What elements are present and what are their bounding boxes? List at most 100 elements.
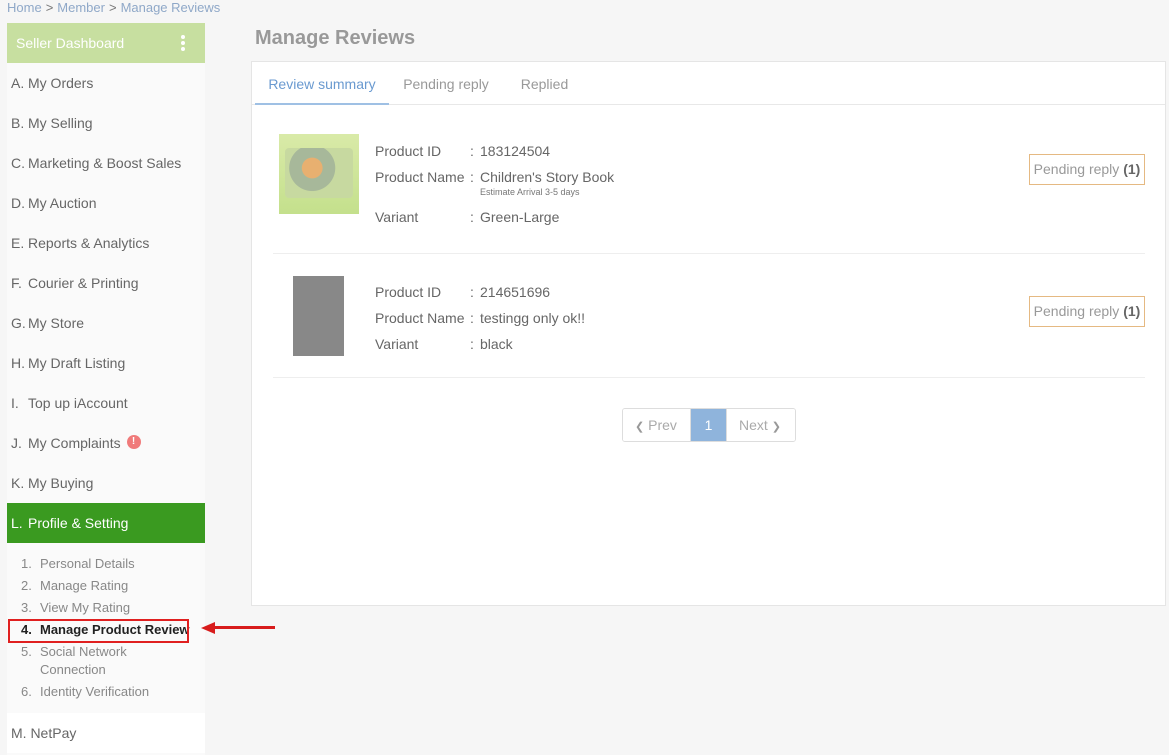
- product-name-label: Product Name: [375, 169, 465, 185]
- sidebar-item-label: My Auction: [28, 195, 97, 211]
- submenu-number: 5.: [21, 644, 32, 659]
- tab-replied[interactable]: Replied: [507, 62, 582, 105]
- sidebar-item-my-selling[interactable]: B. My Selling: [7, 103, 205, 143]
- sidebar-item-letter: L.: [11, 515, 23, 531]
- sidebar-item-marketing[interactable]: C. Marketing & Boost Sales: [7, 143, 205, 183]
- sidebar-item-label: My Buying: [28, 475, 94, 491]
- sidebar-item-label: My Store: [28, 315, 85, 331]
- sidebar-item-reports[interactable]: E. Reports & Analytics: [7, 223, 205, 263]
- tab-bar: Review summary Pending reply Replied: [252, 62, 1165, 105]
- product-name-label: Product Name: [375, 310, 465, 326]
- submenu-label: View My Rating: [40, 600, 131, 615]
- submenu-label: Social Network Connection: [40, 644, 127, 677]
- product-id-value: 214651696: [480, 284, 551, 300]
- sidebar-item-label: My Complaints: [28, 435, 121, 451]
- variant-value: Green-Large: [480, 209, 560, 225]
- next-label: Next: [739, 417, 768, 433]
- page-title: Manage Reviews: [255, 27, 416, 49]
- colon: :: [470, 284, 474, 300]
- submenu-social-network[interactable]: 5. Social Network Connection: [7, 641, 205, 681]
- sidebar-item-my-buying[interactable]: K. My Buying: [7, 463, 205, 503]
- submenu-number: 1.: [21, 556, 32, 571]
- breadcrumb-home[interactable]: Home: [7, 0, 42, 15]
- sidebar-item-profile-setting[interactable]: L. Profile & Setting: [7, 503, 205, 543]
- tab-review-summary[interactable]: Review summary: [255, 62, 389, 105]
- variant-label: Variant: [375, 336, 419, 352]
- chevron-right-icon: ❯: [771, 421, 781, 433]
- product-image[interactable]: [279, 134, 359, 214]
- sidebar-item-my-auction[interactable]: D. My Auction: [7, 183, 205, 223]
- product-image[interactable]: [293, 276, 344, 356]
- submenu-identity-verification[interactable]: 6. Identity Verification: [7, 681, 205, 703]
- sidebar-item-courier[interactable]: F. Courier & Printing: [7, 263, 205, 303]
- more-vertical-icon[interactable]: [181, 35, 185, 51]
- sidebar: Seller Dashboard A. My Orders B. My Sellin…: [7, 23, 205, 755]
- sidebar-item-letter: D.: [11, 195, 25, 211]
- variant-value: black: [480, 336, 513, 352]
- page-1-button[interactable]: 1: [691, 409, 726, 441]
- sidebar-item-label: Marketing & Boost Sales: [28, 155, 182, 171]
- colon: :: [470, 169, 474, 185]
- submenu-label: Manage Rating: [40, 578, 129, 593]
- submenu-number: 3.: [21, 600, 32, 615]
- sidebar-item-letter: C.: [11, 155, 25, 171]
- submenu-manage-product-review[interactable]: 4. Manage Product Review: [7, 619, 205, 643]
- arrow-left-icon: [201, 622, 277, 634]
- submenu-manage-rating[interactable]: 2. Manage Rating: [7, 575, 205, 597]
- sidebar-item-letter: K.: [11, 475, 25, 491]
- product-id-label: Product ID: [375, 143, 442, 159]
- breadcrumb-separator: >: [108, 0, 117, 15]
- submenu-view-my-rating[interactable]: 3. View My Rating: [7, 597, 205, 619]
- pagination: ❮ Prev 1 Next ❯: [622, 408, 796, 442]
- sidebar-item-letter: B.: [11, 115, 25, 131]
- sidebar-item-draft-listing[interactable]: H. My Draft Listing: [7, 343, 205, 383]
- sidebar-item-letter: J.: [11, 435, 22, 451]
- chevron-left-icon: ❮: [635, 421, 645, 433]
- colon: :: [470, 336, 474, 352]
- alert-icon: !: [126, 435, 141, 450]
- submenu-label: Personal Details: [40, 556, 135, 571]
- breadcrumb-member[interactable]: Member: [57, 0, 105, 15]
- pending-reply-button[interactable]: Pending reply (1): [1029, 154, 1145, 185]
- breadcrumb-current[interactable]: Manage Reviews: [121, 0, 221, 15]
- sidebar-item-top-up[interactable]: I. Top up iAccount: [7, 383, 205, 423]
- colon: :: [470, 209, 474, 225]
- sidebar-item-letter: H.: [11, 355, 25, 371]
- reviews-panel: Review summary Pending reply Replied Pro…: [251, 61, 1166, 606]
- product-row: Product ID:214651696 Product Name: testin…: [273, 255, 1145, 378]
- product-name-value[interactable]: Children's Story Book: [480, 169, 614, 185]
- sidebar-item-letter: I.: [11, 395, 19, 411]
- sidebar-item-netpay[interactable]: M. NetPay: [7, 713, 205, 753]
- sidebar-item-label: Courier & Printing: [28, 275, 139, 291]
- pending-reply-button[interactable]: Pending reply (1): [1029, 296, 1145, 327]
- highlight-box: [8, 619, 189, 643]
- breadcrumb-separator: >: [45, 0, 54, 15]
- profile-submenu: 1. Personal Details 2. Manage Rating 3. Vie…: [7, 543, 205, 713]
- sidebar-item-label: Profile & Setting: [28, 515, 129, 531]
- sidebar-item-my-orders[interactable]: A. My Orders: [7, 63, 205, 103]
- colon: :: [470, 143, 474, 159]
- product-details: Product ID:183124504 Product Name: Childr…: [375, 138, 614, 230]
- colon: :: [470, 310, 474, 326]
- sidebar-item-label: My Draft Listing: [28, 355, 126, 371]
- product-id-label: Product ID: [375, 284, 442, 300]
- next-page-button[interactable]: Next ❯: [726, 409, 795, 441]
- variant-label: Variant: [375, 209, 419, 225]
- product-id-value: 183124504: [480, 143, 551, 159]
- sidebar-item-my-complaints[interactable]: J. My Complaints!: [7, 423, 205, 463]
- submenu-label: Identity Verification: [40, 684, 150, 699]
- pending-reply-label: Pending reply: [1033, 161, 1120, 177]
- sidebar-item-my-store[interactable]: G. My Store: [7, 303, 205, 343]
- product-name-value[interactable]: testingg only ok!!: [480, 310, 585, 326]
- submenu-personal-details[interactable]: 1. Personal Details: [7, 553, 205, 575]
- sidebar-item-label: My Selling: [28, 115, 93, 131]
- tab-pending-reply[interactable]: Pending reply: [394, 62, 498, 105]
- pending-reply-count: (1): [1123, 303, 1141, 319]
- product-row: Product ID:183124504 Product Name: Childr…: [273, 122, 1145, 254]
- prev-page-button[interactable]: ❮ Prev: [623, 409, 691, 441]
- sidebar-header[interactable]: Seller Dashboard: [7, 23, 205, 63]
- sidebar-header-label: Seller Dashboard: [16, 35, 125, 51]
- breadcrumb: Home > Member > Manage Reviews: [7, 0, 220, 16]
- sidebar-item-letter: A.: [11, 75, 25, 91]
- submenu-number: 2.: [21, 578, 32, 593]
